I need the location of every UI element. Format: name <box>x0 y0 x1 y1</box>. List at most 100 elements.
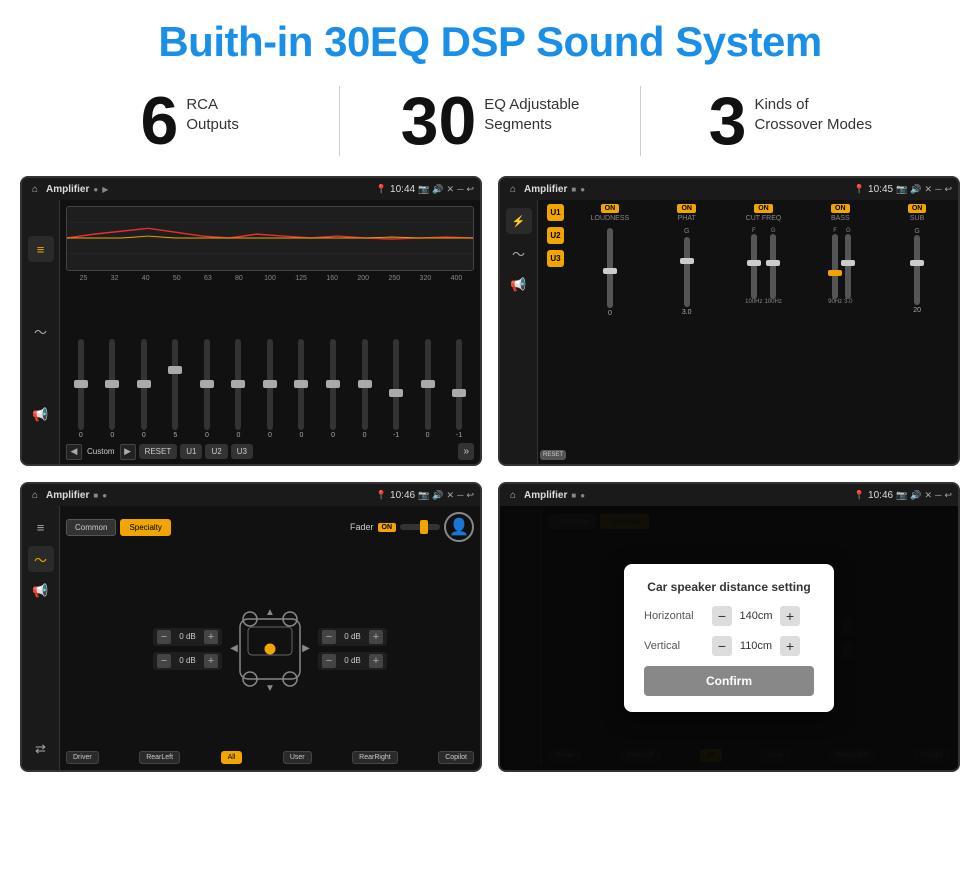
slider-thumb-2[interactable] <box>137 380 151 388</box>
fader-on-badge[interactable]: ON <box>378 523 397 532</box>
home-icon-1[interactable]: ⌂ <box>28 182 42 196</box>
confirm-button[interactable]: Confirm <box>644 666 814 696</box>
specialty-tab[interactable]: Specialty <box>120 519 170 536</box>
on-badge-cutfreq[interactable]: ON <box>754 204 773 213</box>
copilot-btn[interactable]: Copilot <box>438 751 474 764</box>
eq-icon[interactable]: ≡ <box>28 236 54 262</box>
side-icons-1: ≡ 〜 📢 <box>22 200 60 464</box>
screen4-title: Amplifier <box>524 490 567 501</box>
slider-thumb-12[interactable] <box>452 389 466 397</box>
speaker-icon-3[interactable]: 📢 <box>28 578 54 604</box>
eq-icon-3[interactable]: ≡ <box>28 514 54 540</box>
amp-col-phat: ON PHAT G 3.0 <box>650 204 724 460</box>
slider-9: 0 <box>350 339 380 439</box>
wave-icon-2[interactable]: 〜 <box>506 240 532 266</box>
vol-value-rl: 0 dB <box>175 656 200 665</box>
back-icon-4[interactable]: ↩ <box>944 490 952 501</box>
left-volume-controls: − 0 dB + − 0 dB + <box>153 628 222 670</box>
horizontal-plus[interactable]: + <box>780 606 800 626</box>
time-3: 10:46 <box>390 490 415 501</box>
prev-btn[interactable]: ◀ <box>66 444 82 460</box>
slider-thumb-10[interactable] <box>389 389 403 397</box>
cutfreq-slider-f[interactable] <box>747 260 761 266</box>
u3-btn-cross[interactable]: U3 <box>547 250 563 267</box>
u2-btn-cross[interactable]: U2 <box>547 227 563 244</box>
on-badge-sub[interactable]: ON <box>908 204 927 213</box>
bass-slider-f[interactable] <box>828 270 842 276</box>
vol-plus-rl[interactable]: + <box>204 654 218 668</box>
common-tab[interactable]: Common <box>66 519 116 536</box>
vol-minus-rr[interactable]: − <box>322 654 336 668</box>
vol-minus-rl[interactable]: − <box>157 654 171 668</box>
vertical-stepper: − 110cm + <box>712 636 800 656</box>
stat-rca: 6 RCAOutputs <box>60 87 319 155</box>
fader-slider[interactable] <box>400 524 440 530</box>
dot-icon-3: ● <box>102 491 107 500</box>
home-icon-2[interactable]: ⌂ <box>506 182 520 196</box>
home-icon-3[interactable]: ⌂ <box>28 488 42 502</box>
slider-thumb-0[interactable] <box>74 380 88 388</box>
on-badge-phat[interactable]: ON <box>677 204 696 213</box>
slider-thumb-1[interactable] <box>105 380 119 388</box>
minimize-icon-1: ─ <box>457 184 463 194</box>
u1-btn-cross[interactable]: U1 <box>547 204 563 221</box>
loudness-slider[interactable] <box>603 268 617 274</box>
close-icon-3: ✕ <box>447 490 455 501</box>
next-btn[interactable]: ▶ <box>120 444 136 460</box>
slider-thumb-3[interactable] <box>168 366 182 374</box>
u1-btn[interactable]: U1 <box>180 444 202 459</box>
arrows-icon-3[interactable]: ⇄ <box>28 736 54 762</box>
reset-btn[interactable]: RESET <box>139 444 178 459</box>
vol-minus-fr[interactable]: − <box>322 630 336 644</box>
eq-icon-2[interactable]: ⚡ <box>506 208 532 234</box>
slider-thumb-7[interactable] <box>294 380 308 388</box>
u3-btn[interactable]: U3 <box>231 444 253 459</box>
minimize-icon-4: ─ <box>935 490 941 500</box>
vertical-plus[interactable]: + <box>780 636 800 656</box>
all-btn[interactable]: All <box>221 751 243 764</box>
vertical-minus[interactable]: − <box>712 636 732 656</box>
slider-thumb-9[interactable] <box>358 380 372 388</box>
u2-btn[interactable]: U2 <box>205 444 227 459</box>
speaker-icon-1[interactable]: 📢 <box>28 402 54 428</box>
avatar-icon[interactable]: 👤 <box>444 512 474 542</box>
speaker-icon-2[interactable]: 📢 <box>506 272 532 298</box>
user-btn[interactable]: User <box>283 751 312 764</box>
wave-icon[interactable]: 〜 <box>28 319 54 345</box>
slider-thumb-8[interactable] <box>326 380 340 388</box>
back-icon-1[interactable]: ↩ <box>466 184 474 195</box>
cutfreq-slider-g[interactable] <box>766 260 780 266</box>
minimize-icon-3: ─ <box>457 490 463 500</box>
arrows-icon[interactable]: » <box>458 443 474 460</box>
dots-icon-4: ■ <box>571 491 576 500</box>
vol-minus-fl[interactable]: − <box>157 630 171 644</box>
rearleft-btn[interactable]: RearLeft <box>139 751 180 764</box>
rearright-btn[interactable]: RearRight <box>352 751 398 764</box>
slider-thumb-6[interactable] <box>263 380 277 388</box>
slider-thumb-11[interactable] <box>421 380 435 388</box>
on-badge-bass[interactable]: ON <box>831 204 850 213</box>
slider-thumb-5[interactable] <box>231 380 245 388</box>
on-badge-loudness[interactable]: ON <box>601 204 620 213</box>
pin-icon-2: 📍 <box>854 184 865 195</box>
fader-thumb[interactable] <box>420 520 428 534</box>
home-icon-4[interactable]: ⌂ <box>506 488 520 502</box>
horizontal-minus[interactable]: − <box>712 606 732 626</box>
vol-plus-fl[interactable]: + <box>204 630 218 644</box>
slider-8: 0 <box>318 339 348 439</box>
bass-slider-g[interactable] <box>841 260 855 266</box>
sub-slider[interactable] <box>910 260 924 266</box>
slider-7: 0 <box>287 339 317 439</box>
close-icon-4: ✕ <box>925 490 933 501</box>
reset-btn-cross[interactable]: RESET <box>540 450 566 460</box>
slider-5: 0 <box>224 339 254 439</box>
vol-plus-fr[interactable]: + <box>369 630 383 644</box>
wave-icon-3[interactable]: 〜 <box>28 546 54 572</box>
back-icon-3[interactable]: ↩ <box>466 490 474 501</box>
phat-slider[interactable] <box>680 258 694 264</box>
vol-ctrl-rr: − 0 dB + <box>318 652 387 670</box>
driver-btn[interactable]: Driver <box>66 751 99 764</box>
back-icon-2[interactable]: ↩ <box>944 184 952 195</box>
slider-thumb-4[interactable] <box>200 380 214 388</box>
vol-plus-rr[interactable]: + <box>369 654 383 668</box>
